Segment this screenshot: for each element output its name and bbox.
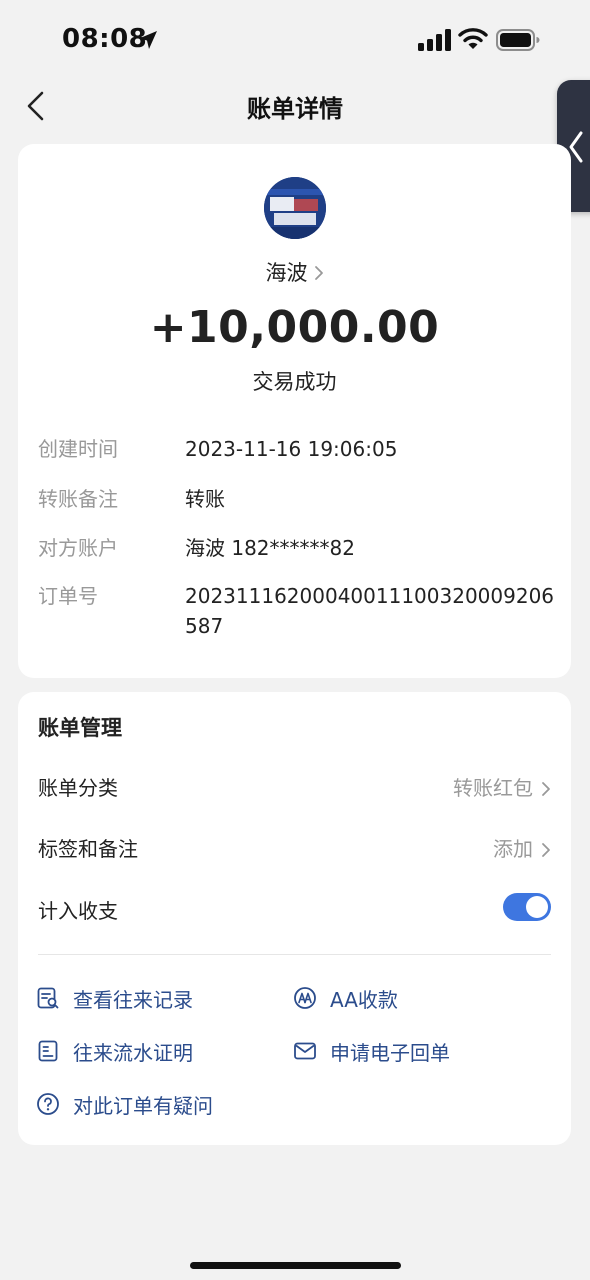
question-icon [37, 1093, 59, 1115]
chevron-right-icon [541, 778, 551, 802]
home-indicator[interactable] [190, 1262, 401, 1269]
detail-label: 订单号 [38, 584, 98, 608]
aa-icon [294, 987, 316, 1009]
detail-value: 转账 [185, 487, 225, 511]
detail-label: 创建时间 [38, 437, 118, 461]
detail-value[interactable]: 20231116200040011100320009206587 [185, 581, 560, 641]
wifi-icon [458, 28, 488, 49]
signal-icon [418, 29, 451, 51]
avatar-image [264, 177, 326, 239]
order-question-label: 对此订单有疑问 [73, 1094, 213, 1118]
chevron-right-icon [314, 262, 324, 286]
detail-label: 转账备注 [38, 487, 118, 511]
payee-name-link[interactable]: 海波 [18, 257, 571, 287]
detail-label: 对方账户 [38, 536, 118, 560]
document-icon [38, 1040, 58, 1062]
location-arrow-icon [139, 31, 157, 49]
e-receipt-label: 申请电子回单 [330, 1041, 450, 1065]
statement-proof-label: 往来流水证明 [73, 1041, 193, 1065]
page-title: 账单详情 [247, 95, 343, 123]
bill-category-label: 账单分类 [38, 776, 118, 800]
bill-category-value: 转账红包 [453, 776, 533, 800]
tags-notes-value: 添加 [493, 837, 533, 861]
battery-icon [496, 29, 540, 51]
tags-notes-row[interactable]: 标签和备注 添加 [38, 829, 551, 865]
nav-bar: 账单详情 [0, 80, 590, 130]
detail-value: 2023-11-16 19:06:05 [185, 437, 398, 461]
view-history-label: 查看往来记录 [73, 988, 193, 1012]
status-bar: 08:08 [0, 0, 590, 80]
chevron-right-icon [541, 839, 551, 863]
tags-notes-label: 标签和备注 [38, 837, 138, 861]
status-time: 08:08 [62, 24, 148, 54]
transaction-amount: +10,000.00 [149, 302, 440, 353]
aa-collection-label: AA收款 [330, 988, 398, 1012]
avatar[interactable] [264, 177, 326, 239]
payee-name: 海波 [265, 261, 308, 285]
record-search-icon [37, 987, 59, 1009]
include-in-budget-row: 计入收支 [38, 891, 551, 927]
section-title: 账单管理 [38, 716, 122, 740]
toggle-knob [526, 896, 548, 918]
bill-category-row[interactable]: 账单分类 转账红包 [38, 768, 551, 804]
detail-value: 海波 182******82 [185, 536, 355, 560]
include-in-budget-toggle[interactable] [503, 893, 551, 921]
bill-management-card: 账单管理 账单分类 转账红包 标签和备注 添加 计入收支 查看往来记录 AA收款 [18, 692, 571, 1145]
include-in-budget-label: 计入收支 [38, 899, 118, 923]
mail-icon [294, 1042, 316, 1060]
transaction-card: 海波 +10,000.00 交易成功 创建时间 2023-11-16 19:06… [18, 144, 571, 678]
divider [38, 954, 551, 955]
transaction-status: 交易成功 [252, 370, 337, 394]
